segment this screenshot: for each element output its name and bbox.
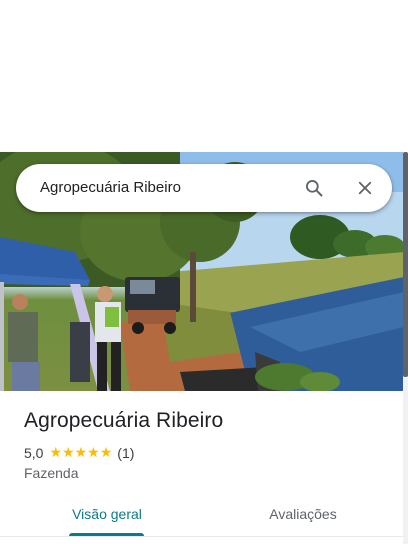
star-icon: ★ <box>99 445 113 461</box>
star-icon: ★ <box>49 445 63 461</box>
rating-stars: ★ ★ ★ ★ ★ <box>49 446 112 460</box>
close-icon <box>358 181 372 195</box>
review-count[interactable]: (1) <box>117 445 134 461</box>
tab-bar: Visão geral Avaliações <box>0 492 404 536</box>
rating-row[interactable]: 5,0 ★ ★ ★ ★ ★ (1) <box>24 444 134 462</box>
place-category[interactable]: Fazenda <box>24 465 78 481</box>
search-input[interactable] <box>40 176 290 200</box>
search-button[interactable] <box>302 176 326 200</box>
tabs-divider <box>0 536 404 537</box>
place-title: Agropecuária Ribeiro <box>24 409 224 432</box>
clear-button[interactable] <box>353 176 377 200</box>
star-icon: ★ <box>62 445 75 461</box>
search-icon <box>306 180 323 197</box>
search-box <box>16 164 392 212</box>
star-icon: ★ <box>87 445 100 461</box>
place-panel: Agropecuária Ribeiro 5,0 ★★★★★ (1) Fazen… <box>0 0 408 544</box>
star-icon: ★ <box>74 445 88 461</box>
scrollbar-thumb[interactable] <box>403 152 408 377</box>
rating-value: 5,0 <box>24 445 44 461</box>
tab-overview[interactable]: Visão geral <box>69 492 145 536</box>
tab-reviews[interactable]: Avaliações <box>258 492 348 536</box>
